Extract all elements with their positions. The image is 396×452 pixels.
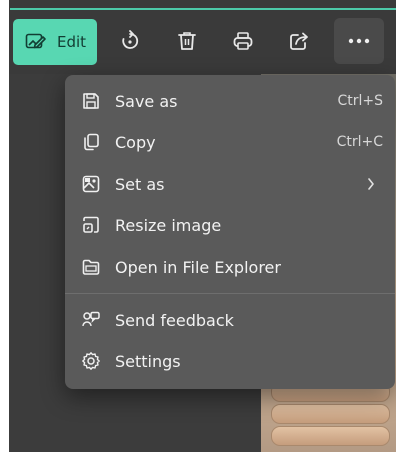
rotate-button[interactable]	[108, 18, 152, 64]
menu-item-send-feedback[interactable]: Send feedback	[65, 300, 395, 340]
menu-item-save-as[interactable]: Save as Ctrl+S	[65, 81, 395, 121]
save-icon	[81, 91, 101, 111]
menu-item-copy[interactable]: Copy Ctrl+C	[65, 122, 395, 162]
top-toolbar: Edit	[9, 10, 396, 74]
edit-button[interactable]: Edit	[13, 19, 97, 65]
edit-image-icon	[25, 32, 47, 52]
folder-icon	[81, 257, 101, 277]
thread-spool	[271, 404, 390, 424]
menu-item-resize-image[interactable]: Resize image	[65, 205, 395, 245]
menu-item-set-as[interactable]: Set as	[65, 164, 395, 204]
menu-item-shortcut: Ctrl+S	[337, 93, 383, 109]
delete-icon	[176, 30, 198, 52]
photos-app-window: Edit Save as Ctrl+S Copy Ctrl+C Set as R…	[9, 0, 396, 452]
print-icon	[232, 30, 254, 52]
thread-spool	[271, 426, 390, 446]
more-options-button[interactable]	[334, 18, 384, 64]
gear-icon	[81, 351, 101, 371]
menu-item-label: Open in File Explorer	[115, 257, 281, 277]
chevron-right-icon	[367, 178, 375, 190]
delete-button[interactable]	[165, 18, 209, 64]
resize-icon	[81, 215, 101, 235]
share-button[interactable]	[277, 18, 321, 64]
set-as-icon	[81, 174, 101, 194]
menu-item-label: Resize image	[115, 215, 222, 235]
menu-item-label: Set as	[115, 174, 165, 194]
copy-icon	[81, 132, 101, 152]
menu-item-shortcut: Ctrl+C	[336, 134, 383, 150]
print-button[interactable]	[221, 18, 265, 64]
window-accent-line	[10, 8, 396, 10]
menu-item-settings[interactable]: Settings	[65, 341, 395, 381]
share-icon	[288, 30, 310, 52]
feedback-icon	[81, 310, 101, 330]
menu-item-label: Copy	[115, 132, 156, 152]
more-options-menu: Save as Ctrl+S Copy Ctrl+C Set as Resize…	[65, 75, 395, 389]
more-options-icon	[347, 38, 371, 44]
menu-divider	[65, 293, 395, 294]
menu-item-label: Save as	[115, 91, 178, 111]
menu-item-open-in-file-explorer[interactable]: Open in File Explorer	[65, 247, 395, 287]
rotate-icon	[119, 30, 141, 52]
menu-item-label: Send feedback	[115, 310, 234, 330]
edit-label: Edit	[57, 33, 87, 51]
menu-item-label: Settings	[115, 351, 181, 371]
